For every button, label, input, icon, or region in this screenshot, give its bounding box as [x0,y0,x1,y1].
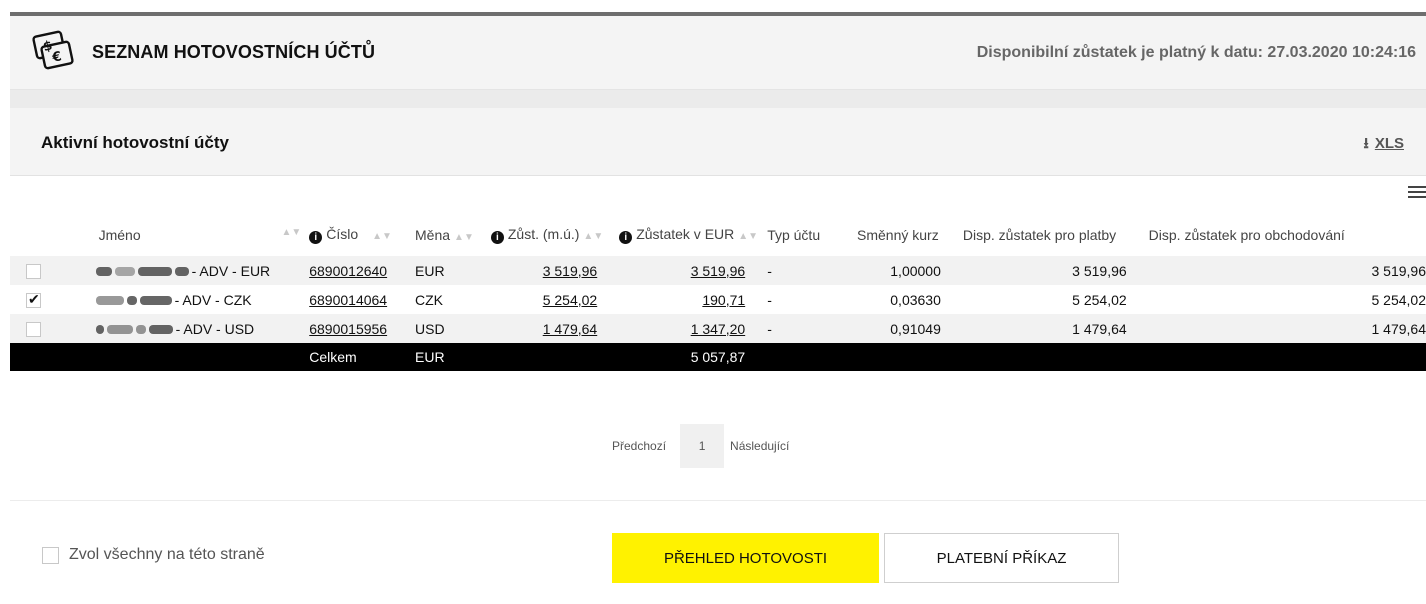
sort-icon: ▲▼ [454,232,474,243]
header-type: Typ účtu [767,227,821,243]
info-icon: i [619,231,633,244]
sort-icon: ▲▼ [372,231,392,242]
checkbox[interactable] [26,321,41,337]
total-value: 5 057,87 [603,343,762,371]
exchange-rate: 0,03630 [839,285,953,314]
page-title: SEZNAM HOTOVOSTNÍCH ÚČTŮ [92,42,376,62]
section-header: Aktivní hotovostní účty ⭳ XLS [10,108,1426,176]
hamburger-menu-icon[interactable] [1408,186,1426,200]
table-row[interactable]: - ADV - CZK 6890014064 CZK 5 254,02 190,… [10,285,1426,314]
table-row[interactable]: - ADV - USD 6890015956 USD 1 479,64 1 34… [10,314,1426,343]
account-type: - [761,285,840,314]
total-currency: EUR [415,343,491,371]
header-balance-eur[interactable]: i Zůstatek v EUR ▲▼ [603,214,761,256]
header-select [10,214,86,256]
disp-balance-trade: 1 479,64 [1138,314,1426,343]
disp-balance-trade: 3 519,96 [1138,256,1426,285]
sort-icon: ▲▼ [281,227,302,238]
export-xls-label: XLS [1374,135,1404,152]
section-title: Aktivní hotovostní účty [41,133,229,152]
balance-validity-note: Disponibilní zůstatek je platný k datu: … [976,44,1416,61]
row-checkbox[interactable] [10,285,86,314]
header-disp-pay: Disp. zůstatek pro platby [962,227,1117,243]
balance-link[interactable]: 1 479,64 [490,314,604,343]
account-number-link[interactable]: 6890014064 [309,285,416,314]
header-name[interactable]: Jméno ▲▼ [86,214,310,256]
download-icon: ⭳ [1363,135,1369,152]
info-icon: i [490,231,504,244]
cash-overview-button[interactable]: PŘEHLED HOTOVOSTI [612,533,879,583]
account-currency: CZK [415,285,491,314]
balance-eur-link[interactable]: 3 519,96 [603,256,762,285]
table-row[interactable]: - ADV - EUR 6890012640 EUR 3 519,96 3 51… [10,256,1426,285]
select-all-label: Zvol všechny na této straně [69,546,265,563]
pagination-previous[interactable]: Předchozí [612,439,666,453]
checkbox[interactable] [42,546,59,564]
disp-balance-pay: 1 479,64 [952,314,1139,343]
row-checkbox[interactable] [10,314,86,343]
export-xls-link[interactable]: ⭳ XLS [1364,133,1404,158]
account-number-link[interactable]: 6890015956 [309,314,416,343]
info-icon: i [309,231,323,244]
checkbox-checked[interactable] [26,291,41,308]
header-balance[interactable]: i Zůst. (m.ú.) ▲▼ [490,214,604,256]
pagination-page-1[interactable]: 1 [680,424,725,468]
select-all-checkbox[interactable]: Zvol všechny na této straně [42,546,265,564]
page-header: $ € SEZNAM HOTOVOSTNÍCH ÚČTŮ Disponibiln… [10,16,1426,90]
row-checkbox[interactable] [10,256,86,285]
balance-eur-link[interactable]: 1 347,20 [603,314,762,343]
sort-icon: ▲▼ [738,231,759,242]
balance-eur-link[interactable]: 190,71 [603,285,762,314]
sort-icon: ▲▼ [583,231,604,242]
account-currency: EUR [415,256,491,285]
header-disp-trade: Disp. zůstatek pro obchodování [1148,227,1345,243]
disp-balance-trade: 5 254,02 [1138,285,1426,314]
accounts-table: Jméno ▲▼ i Číslo ▲▼ Měna ▲▼ i Zůst. (m.ú.) ▲▼ … [10,214,1426,371]
account-type: - [761,314,840,343]
disp-balance-pay: 5 254,02 [952,285,1139,314]
balance-link[interactable]: 3 519,96 [490,256,604,285]
account-name: - ADV - USD [85,314,310,343]
exchange-rate: 1,00000 [839,256,953,285]
pagination: Předchozí 1 Následující [612,424,789,468]
account-name: - ADV - EUR [85,256,310,285]
payment-order-button[interactable]: PLATEBNÍ PŘÍKAZ [884,533,1119,583]
header-number[interactable]: i Číslo ▲▼ [309,214,415,256]
cash-icon: $ € [32,30,74,70]
header-separator [10,90,1426,108]
account-number-link[interactable]: 6890012640 [309,256,416,285]
disp-balance-pay: 3 519,96 [952,256,1139,285]
account-name: - ADV - CZK [85,285,310,314]
balance-link[interactable]: 5 254,02 [490,285,604,314]
pagination-next[interactable]: Následující [730,439,789,453]
checkbox[interactable] [26,263,41,279]
header-currency[interactable]: Měna ▲▼ [415,214,491,256]
exchange-rate: 0,91049 [839,314,953,343]
header-rate: Směnný kurz [857,227,939,243]
account-currency: USD [415,314,491,343]
total-label: Celkem [309,343,416,371]
table-header-row: Jméno ▲▼ i Číslo ▲▼ Měna ▲▼ i Zůst. (m.ú.) ▲▼ … [10,214,1426,256]
account-type: - [761,256,840,285]
footer-divider [10,500,1426,501]
total-row: Celkem EUR 5 057,87 [10,343,1426,371]
